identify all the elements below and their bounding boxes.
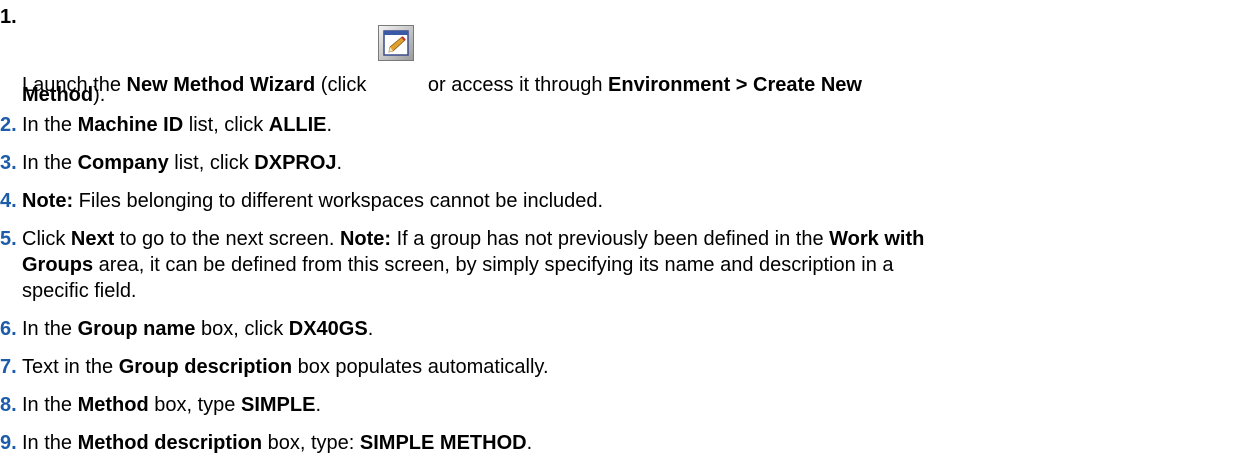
step-number: 6. (0, 318, 17, 340)
step-text: In the (22, 394, 78, 416)
step-8: 8. In the Method box, type SIMPLE. (0, 394, 1258, 417)
step-text-line: In the Method description box, type: SIM… (22, 432, 1258, 455)
step-text: . (367, 318, 374, 340)
step-text: area, it can be defined from this screen… (93, 254, 894, 276)
step-1-line-2: Method). (22, 84, 105, 107)
step-9: 9. In the Method description box, type: … (0, 432, 1258, 455)
step-text: ). (93, 84, 106, 106)
step-number: 5. (0, 228, 17, 250)
step-text: box, click (195, 318, 289, 340)
step-text: . (526, 432, 533, 454)
step-text: box, type (148, 394, 241, 416)
step-text: list, click (168, 152, 255, 174)
step-text-bold: DXPROJ (254, 152, 337, 174)
step-7: 7. Text in the Group description box pop… (0, 356, 1258, 379)
step-text-line: Text in the Group description box popula… (22, 356, 1258, 379)
step-text-line: In the Group name box, click DX40GS. (22, 318, 1258, 341)
step-text-bold: Method (77, 394, 149, 416)
step-5: 5. Click Next to go to the next screen. … (0, 228, 1258, 303)
step-text-bold: Next (70, 228, 115, 250)
step-text: Click (22, 228, 71, 250)
step-text: In the (22, 432, 78, 454)
step-text: specific field. (22, 280, 137, 302)
step-1-line-1: Launch the New Method Wizard (click or a… (22, 25, 862, 97)
step-text-line: In the Machine ID list, click ALLIE. (22, 114, 1258, 137)
step-text: Text in the (22, 356, 119, 378)
step-text-bold: DX40GS (288, 318, 368, 340)
step-text-line: Click Next to go to the next screen. Not… (22, 228, 1258, 251)
step-text: or access it through (427, 74, 609, 96)
step-text-bold: Groups (22, 254, 94, 276)
step-text: Files belonging to different workspaces … (73, 190, 604, 212)
step-number: 3. (0, 152, 17, 174)
step-text: box populates automatically. (292, 356, 549, 378)
step-text: box, type: (262, 432, 360, 454)
step-text-bold: New Method Wizard (126, 74, 316, 96)
step-text-bold: Note: (22, 190, 74, 212)
step-text: (click (315, 74, 372, 96)
page: { "steps": [ { "num": "1.", "parts": [ {… (0, 0, 1258, 463)
step-number: 2. (0, 114, 17, 136)
step-number: 9. (0, 432, 17, 454)
step-text: . (326, 114, 333, 136)
step-text-bold: SIMPLE METHOD (359, 432, 527, 454)
step-text-bold: ALLIE (268, 114, 327, 136)
step-text-bold: Environment > Create New (608, 74, 862, 96)
step-text-line: Note: Files belonging to different works… (22, 190, 1258, 213)
step-text-bold: SIMPLE (240, 394, 316, 416)
steps-list: 1. Launch the New Method Wizard (click o… (0, 0, 1258, 455)
step-1: 1. Launch the New Method Wizard (click o… (0, 0, 1258, 110)
step-text-bold: Work with (829, 228, 925, 250)
step-text-bold: Machine ID (77, 114, 184, 136)
step-text: If a group has not previously been defin… (391, 228, 830, 250)
step-text: In the (22, 114, 78, 136)
step-4: 4. Note: Files belonging to different wo… (0, 190, 1258, 213)
step-number: 7. (0, 356, 17, 378)
step-6: 6. In the Group name box, click DX40GS. (0, 318, 1258, 341)
step-text: list, click (183, 114, 269, 136)
step-2: 2. In the Machine ID list, click ALLIE. (0, 114, 1258, 137)
step-text-bold: Group name (77, 318, 196, 340)
step-number: 8. (0, 394, 17, 416)
step-text-line: In the Method box, type SIMPLE. (22, 394, 1258, 417)
step-3: 3. In the Company list, click DXPROJ. (0, 152, 1258, 175)
step-text: In the (22, 318, 78, 340)
step-text-bold: Note: (339, 228, 392, 250)
step-number: 4. (0, 190, 17, 212)
step-text: . (336, 152, 343, 174)
step-text: In the (22, 152, 78, 174)
step-text-bold: Method description (77, 432, 263, 454)
wizard-icon[interactable] (377, 25, 414, 61)
step-text-bold: Company (77, 152, 169, 174)
step-text: . (315, 394, 321, 416)
step-text-line: specific field. (22, 280, 1258, 303)
step-number: 1. (0, 6, 17, 28)
step-text-bold: Method (22, 84, 94, 106)
step-text-line: Groups area, it can be defined from this… (22, 254, 1258, 277)
step-text-line: In the Company list, click DXPROJ. (22, 152, 1258, 175)
step-text: to go to the next screen. (114, 228, 340, 250)
step-text-bold: Group description (118, 356, 293, 378)
